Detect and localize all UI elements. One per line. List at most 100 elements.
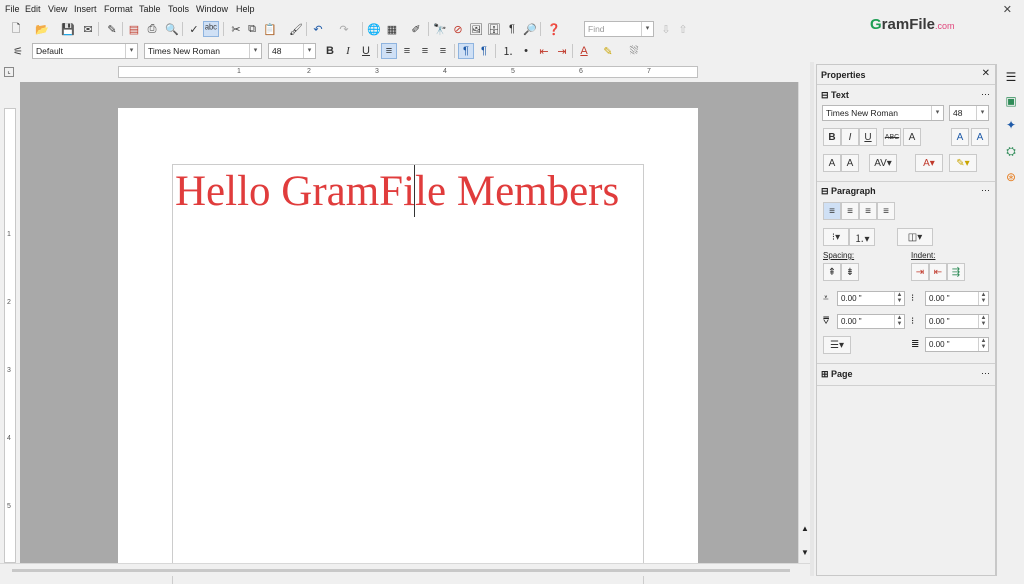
scroll-up-icon[interactable]: ▲ xyxy=(801,524,809,533)
decrease-spacing-button[interactable]: ⇟ xyxy=(841,263,859,281)
sidebar-italic-button[interactable]: I xyxy=(841,128,859,146)
background-color-icon[interactable]: ⛆ xyxy=(626,43,642,59)
find-replace-icon[interactable]: 🔭 xyxy=(432,21,448,37)
sidebar-font-color-button[interactable]: A▾ xyxy=(915,154,943,172)
menu-window[interactable]: Window xyxy=(196,4,228,14)
document-heading-text[interactable]: Hello GramFile Members xyxy=(175,167,619,216)
spelling-icon[interactable]: ✓ xyxy=(186,21,202,37)
rtl-direction-icon[interactable]: ¶ xyxy=(476,43,492,59)
sidebar-justify-button[interactable]: ≡ xyxy=(877,202,895,220)
text-section-title[interactable]: ⊟ Text xyxy=(821,90,849,101)
sidebar-splitter[interactable] xyxy=(810,62,814,576)
cut-icon[interactable]: ✂ xyxy=(228,21,244,37)
menu-tools[interactable]: Tools xyxy=(168,4,189,14)
copy-icon[interactable]: ⧉ xyxy=(244,21,260,37)
find-previous-icon[interactable]: ⇧ xyxy=(675,21,691,37)
justify-icon[interactable]: ≡ xyxy=(435,43,451,59)
increase-spacing-button[interactable]: ⇞ xyxy=(823,263,841,281)
paragraph-style-select[interactable]: Default ▾ xyxy=(32,43,138,59)
properties-deck-icon[interactable]: ▣ xyxy=(1002,92,1020,110)
tab-stop-icon[interactable]: ⌞ xyxy=(4,67,14,77)
sidebar-align-center-button[interactable]: ≡ xyxy=(841,202,859,220)
zoom-icon[interactable]: 🔎 xyxy=(522,21,538,37)
close-icon[interactable]: ✕ xyxy=(982,68,990,79)
spacing-below-field[interactable]: 0.00 " ▲ ▼ xyxy=(837,314,905,329)
subscript-button[interactable]: A xyxy=(841,154,859,172)
more-options-icon[interactable]: ⋯ xyxy=(981,368,990,379)
paste-icon[interactable]: 📋 xyxy=(262,21,278,37)
font-name-select[interactable]: Times New Roman ▾ xyxy=(144,43,262,59)
sidebar-increase-indent-button[interactable]: ⇥ xyxy=(911,263,929,281)
paragraph-background-button[interactable]: ◫▾ xyxy=(897,228,933,246)
more-options-icon[interactable]: ⋯ xyxy=(981,89,990,100)
navigator-icon[interactable]: ⊘ xyxy=(450,21,466,37)
grow-font-button[interactable]: A xyxy=(951,128,969,146)
sidebar-font-size-select[interactable]: 48 ▾ xyxy=(949,105,989,121)
chevron-down-icon[interactable]: ▾ xyxy=(931,106,943,120)
more-options-icon[interactable]: ⋯ xyxy=(981,185,990,196)
align-left-icon[interactable]: ≡ xyxy=(381,43,397,59)
hyperlink-icon[interactable]: 🌐 xyxy=(366,21,382,37)
vertical-scrollbar[interactable]: ▼ ▲ xyxy=(798,82,810,563)
sidebar-highlight-button[interactable]: ✎▾ xyxy=(949,154,977,172)
menu-insert[interactable]: Insert xyxy=(74,4,97,14)
sidebar-bold-button[interactable]: B xyxy=(823,128,841,146)
gallery-icon[interactable]: 🖼 xyxy=(468,21,484,37)
numbered-list-icon[interactable]: ⒈ xyxy=(500,43,516,59)
clone-formatting-icon[interactable]: 🖌 xyxy=(288,21,304,37)
email-document-icon[interactable]: ✉ xyxy=(80,21,96,37)
sidebar-bullets-button[interactable]: ⁝▾ xyxy=(823,228,849,246)
font-size-select[interactable]: 48 ▾ xyxy=(268,43,316,59)
indent-first-line-field[interactable]: 0.00 " ▲ ▼ xyxy=(925,337,989,352)
sidebar-align-right-button[interactable]: ≡ xyxy=(859,202,877,220)
stepper-icon[interactable]: ▲ ▼ xyxy=(978,292,988,305)
stepper-icon[interactable]: ▲ ▼ xyxy=(894,292,904,305)
superscript-button[interactable]: A xyxy=(823,154,841,172)
shadow-button[interactable]: A xyxy=(903,128,921,146)
draw-functions-icon[interactable]: ✐ xyxy=(408,21,424,37)
sidebar-align-left-button[interactable]: ≡ xyxy=(823,202,841,220)
new-document-icon[interactable]: 🗋 xyxy=(8,21,24,37)
find-input[interactable]: Find ▾ xyxy=(584,21,654,37)
navigator-deck-icon[interactable]: ⊛ xyxy=(1002,168,1020,186)
edit-mode-icon[interactable]: ✎ xyxy=(104,21,120,37)
indent-after-field[interactable]: 0.00 " ▲ ▼ xyxy=(925,314,989,329)
menu-edit[interactable]: Edit xyxy=(25,4,41,14)
chevron-down-icon[interactable]: ▾ xyxy=(303,44,315,58)
print-preview-icon[interactable]: 🔍 xyxy=(164,21,180,37)
horizontal-ruler[interactable]: 1 2 3 4 5 6 7 xyxy=(118,66,698,78)
styles-deck-icon[interactable]: ✦ xyxy=(1002,116,1020,134)
strikethrough-button[interactable]: ABC xyxy=(883,128,901,146)
vertical-ruler[interactable]: 1 2 3 4 5 xyxy=(4,108,16,563)
menu-file[interactable]: File xyxy=(5,4,20,14)
ltr-direction-icon[interactable]: ¶ xyxy=(458,43,474,59)
autospellcheck-icon[interactable]: ᵃᵇᶜ xyxy=(203,21,219,37)
sidebar-numbering-button[interactable]: ⒈▾ xyxy=(849,228,875,246)
page-section-title[interactable]: ⊞ Page xyxy=(821,369,853,380)
sidebar-decrease-indent-button[interactable]: ⇤ xyxy=(929,263,947,281)
menu-help[interactable]: Help xyxy=(236,4,255,14)
line-spacing-button[interactable]: ☰▾ xyxy=(823,336,851,354)
redo-icon[interactable]: ↷ xyxy=(336,21,352,37)
insert-table-icon[interactable]: ▦ xyxy=(384,21,400,37)
gallery-deck-icon[interactable]: ⛭ xyxy=(1002,142,1020,160)
help-icon[interactable]: ❓ xyxy=(546,21,562,37)
shrink-font-button[interactable]: A xyxy=(971,128,989,146)
spacing-above-field[interactable]: 0.00 " ▲ ▼ xyxy=(837,291,905,306)
stepper-icon[interactable]: ▲ ▼ xyxy=(978,338,988,351)
print-icon[interactable]: ⎙ xyxy=(144,21,160,37)
save-icon[interactable]: 💾 xyxy=(60,21,76,37)
sidebar-menu-icon[interactable]: ☰ xyxy=(1002,68,1020,86)
menu-format[interactable]: Format xyxy=(104,4,133,14)
scroll-down-icon[interactable]: ▼ xyxy=(801,548,809,557)
bold-button[interactable]: B xyxy=(322,43,338,59)
stepper-icon[interactable]: ▲ ▼ xyxy=(894,315,904,328)
undo-icon[interactable]: ↶ xyxy=(310,21,326,37)
menu-table[interactable]: Table xyxy=(139,4,161,14)
chevron-down-icon[interactable]: ▾ xyxy=(125,44,137,58)
bullet-list-icon[interactable]: • xyxy=(518,43,534,59)
font-color-icon[interactable]: A xyxy=(576,43,592,59)
chevron-down-icon[interactable]: ▾ xyxy=(976,106,988,120)
find-next-icon[interactable]: ⇩ xyxy=(658,21,674,37)
align-right-icon[interactable]: ≡ xyxy=(417,43,433,59)
